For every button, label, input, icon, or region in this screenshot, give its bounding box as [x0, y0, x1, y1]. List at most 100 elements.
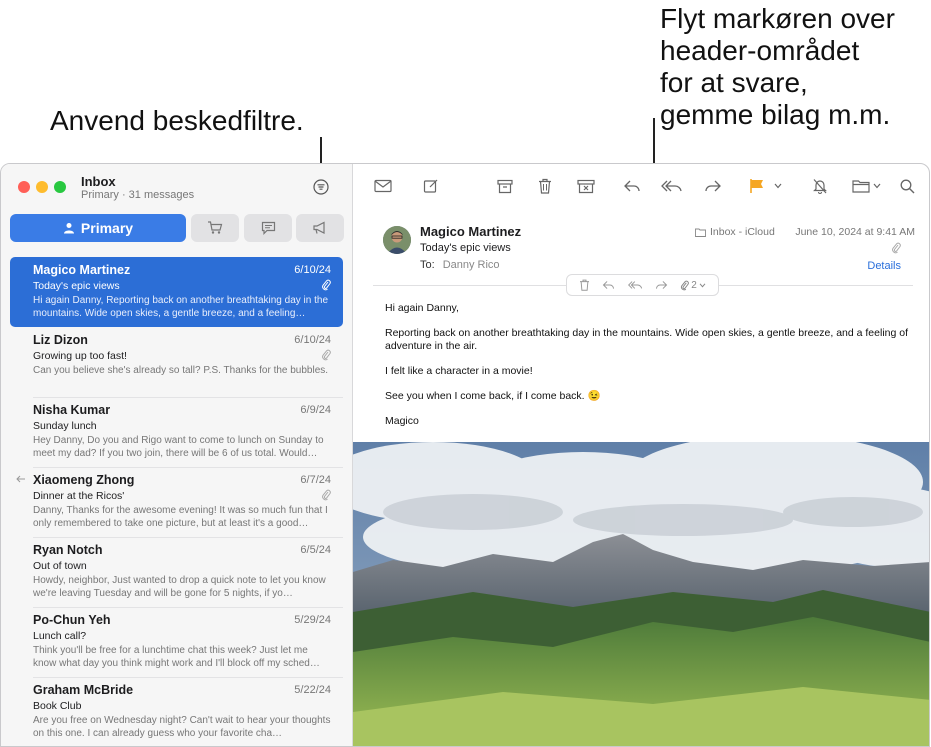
- message-date: 6/10/24: [294, 264, 331, 276]
- message-header-recipient: To: Danny Rico: [420, 259, 500, 271]
- paperclip-icon: [322, 279, 331, 291]
- message-header-subject: Today's epic views: [420, 242, 511, 254]
- mute-button[interactable]: [809, 176, 831, 196]
- message-subject: Sunday lunch: [33, 420, 97, 432]
- message-row[interactable]: Xiaomeng Zhong 6/7/24 Dinner at the Rico…: [10, 467, 343, 537]
- recipient-name[interactable]: Danny Rico: [443, 259, 500, 271]
- message-sender: Nisha Kumar: [33, 403, 111, 417]
- message-sender: Graham McBride: [33, 683, 134, 697]
- chevron-down-icon: [873, 183, 880, 189]
- paperclip-icon: [322, 489, 331, 501]
- message-date: 6/7/24: [300, 474, 331, 486]
- flag-button[interactable]: [746, 176, 768, 196]
- mailbox-subtitle: Primary · 31 messages: [81, 189, 195, 201]
- zoom-window-button[interactable]: [54, 181, 66, 193]
- attachments-menu-button[interactable]: 2: [680, 280, 706, 291]
- forward-button[interactable]: [702, 176, 724, 196]
- reply-all-icon[interactable]: [627, 280, 643, 290]
- details-link[interactable]: Details: [867, 260, 901, 272]
- trash-icon: [539, 178, 551, 194]
- flag-icon: [750, 179, 763, 193]
- message-viewer: Magico Martinez Today's epic views To: Da…: [353, 164, 929, 746]
- forward-icon[interactable]: [655, 280, 668, 290]
- body-paragraph: I felt like a character in a movie!: [385, 365, 533, 377]
- chevron-down-icon: [699, 283, 706, 288]
- callout-right-line4: gemme bilag m.m.: [660, 99, 891, 130]
- message-mailbox: Inbox - iCloud: [695, 226, 775, 238]
- message-row[interactable]: Graham McBride 5/22/24 Book Club Are you…: [10, 677, 343, 746]
- message-subject: Book Club: [33, 700, 82, 712]
- message-sender: Xiaomeng Zhong: [33, 473, 135, 487]
- body-paragraph: See you when I come back, if I come back…: [385, 390, 601, 402]
- message-list-pane: Inbox Primary · 31 messages Primary Magi…: [1, 164, 353, 746]
- delete-button[interactable]: [534, 176, 556, 196]
- message-preview: Can you believe she's already so tall? P…: [33, 365, 329, 376]
- callout-right-line2: header-området: [660, 35, 860, 66]
- message-date: 5/29/24: [294, 614, 331, 626]
- junk-button[interactable]: [575, 176, 597, 196]
- mute-icon: [813, 179, 827, 194]
- message-subject: Today's epic views: [33, 280, 120, 292]
- callout-right-line3: for at svare,: [660, 67, 808, 98]
- message-preview: Hey Danny, Do you and Rigo want to come …: [33, 435, 324, 459]
- message-sender: Liz Dizon: [33, 333, 88, 347]
- attachment-count: 2: [691, 279, 697, 291]
- minimize-window-button[interactable]: [36, 181, 48, 193]
- close-window-button[interactable]: [18, 181, 30, 193]
- category-tab-updates[interactable]: [244, 214, 292, 242]
- message-row[interactable]: Liz Dizon 6/10/24 Growing up too fast! C…: [10, 327, 343, 397]
- paperclip-icon: [322, 349, 331, 361]
- body-paragraph: Hi again Danny,: [385, 302, 459, 314]
- reply-button[interactable]: [621, 176, 643, 196]
- category-tab-transactions[interactable]: [191, 214, 239, 242]
- message-date: June 10, 2024 at 9:41 AM: [795, 226, 915, 238]
- attached-photo[interactable]: [353, 442, 929, 746]
- mail-window: Inbox Primary · 31 messages Primary Magi…: [0, 163, 930, 747]
- get-mail-button[interactable]: [372, 176, 394, 196]
- category-tab-promotions[interactable]: [296, 214, 344, 242]
- flag-menu-button[interactable]: [771, 176, 785, 196]
- search-icon: [900, 179, 914, 193]
- message-date: 5/22/24: [294, 684, 331, 696]
- message-sender: Magico Martinez: [33, 263, 131, 277]
- message-subject: Dinner at the Ricos': [33, 490, 125, 502]
- junk-icon: [577, 179, 595, 193]
- reply-all-button[interactable]: [661, 176, 683, 196]
- avatar: [383, 226, 411, 254]
- person-icon: [63, 223, 74, 234]
- shopping-cart-icon: [208, 221, 223, 234]
- forward-icon: [705, 180, 721, 192]
- to-label: To:: [420, 259, 435, 271]
- callout-filters: Anvend beskedfiltre.: [50, 105, 304, 136]
- compose-button[interactable]: [420, 176, 442, 196]
- search-button[interactable]: [896, 176, 918, 196]
- chat-icon: [261, 221, 275, 235]
- reply-all-icon: [661, 180, 682, 192]
- message-row[interactable]: Ryan Notch 6/5/24 Out of town Howdy, nei…: [10, 537, 343, 607]
- archive-button[interactable]: [494, 176, 516, 196]
- category-tab-primary[interactable]: Primary: [10, 214, 186, 242]
- message-preview: Danny, Thanks for the awesome evening! I…: [33, 505, 328, 529]
- category-tab-primary-label: Primary: [80, 220, 134, 236]
- message-date: 6/5/24: [300, 544, 331, 556]
- folder-icon: [851, 180, 870, 193]
- message-row[interactable]: Po-Chun Yeh 5/29/24 Lunch call? Think yo…: [10, 607, 343, 677]
- message-subject: Lunch call?: [33, 630, 87, 642]
- message-preview: Hi again Danny, Reporting back on anothe…: [33, 295, 329, 319]
- filter-icon[interactable]: [313, 179, 329, 195]
- body-paragraph: Magico: [385, 415, 419, 427]
- message-row[interactable]: Magico Martinez 6/10/24 Today's epic vie…: [10, 257, 343, 327]
- move-button[interactable]: [850, 176, 882, 196]
- message-preview: Think you'll be free for a lunchtime cha…: [33, 645, 320, 669]
- folder-icon: [695, 228, 706, 237]
- compose-icon: [423, 179, 438, 193]
- mailbox-name: Inbox - iCloud: [710, 226, 775, 238]
- message-sender: Po-Chun Yeh: [33, 613, 111, 627]
- replied-indicator-icon: [16, 475, 25, 483]
- message-body: Hi again Danny, Reporting back on anothe…: [385, 302, 915, 440]
- trash-icon[interactable]: [579, 279, 590, 291]
- paperclip-icon: [681, 280, 690, 290]
- message-header-sender[interactable]: Magico Martinez: [420, 224, 521, 239]
- message-row[interactable]: Nisha Kumar 6/9/24 Sunday lunch Hey Dann…: [10, 397, 343, 467]
- reply-icon[interactable]: [602, 280, 615, 290]
